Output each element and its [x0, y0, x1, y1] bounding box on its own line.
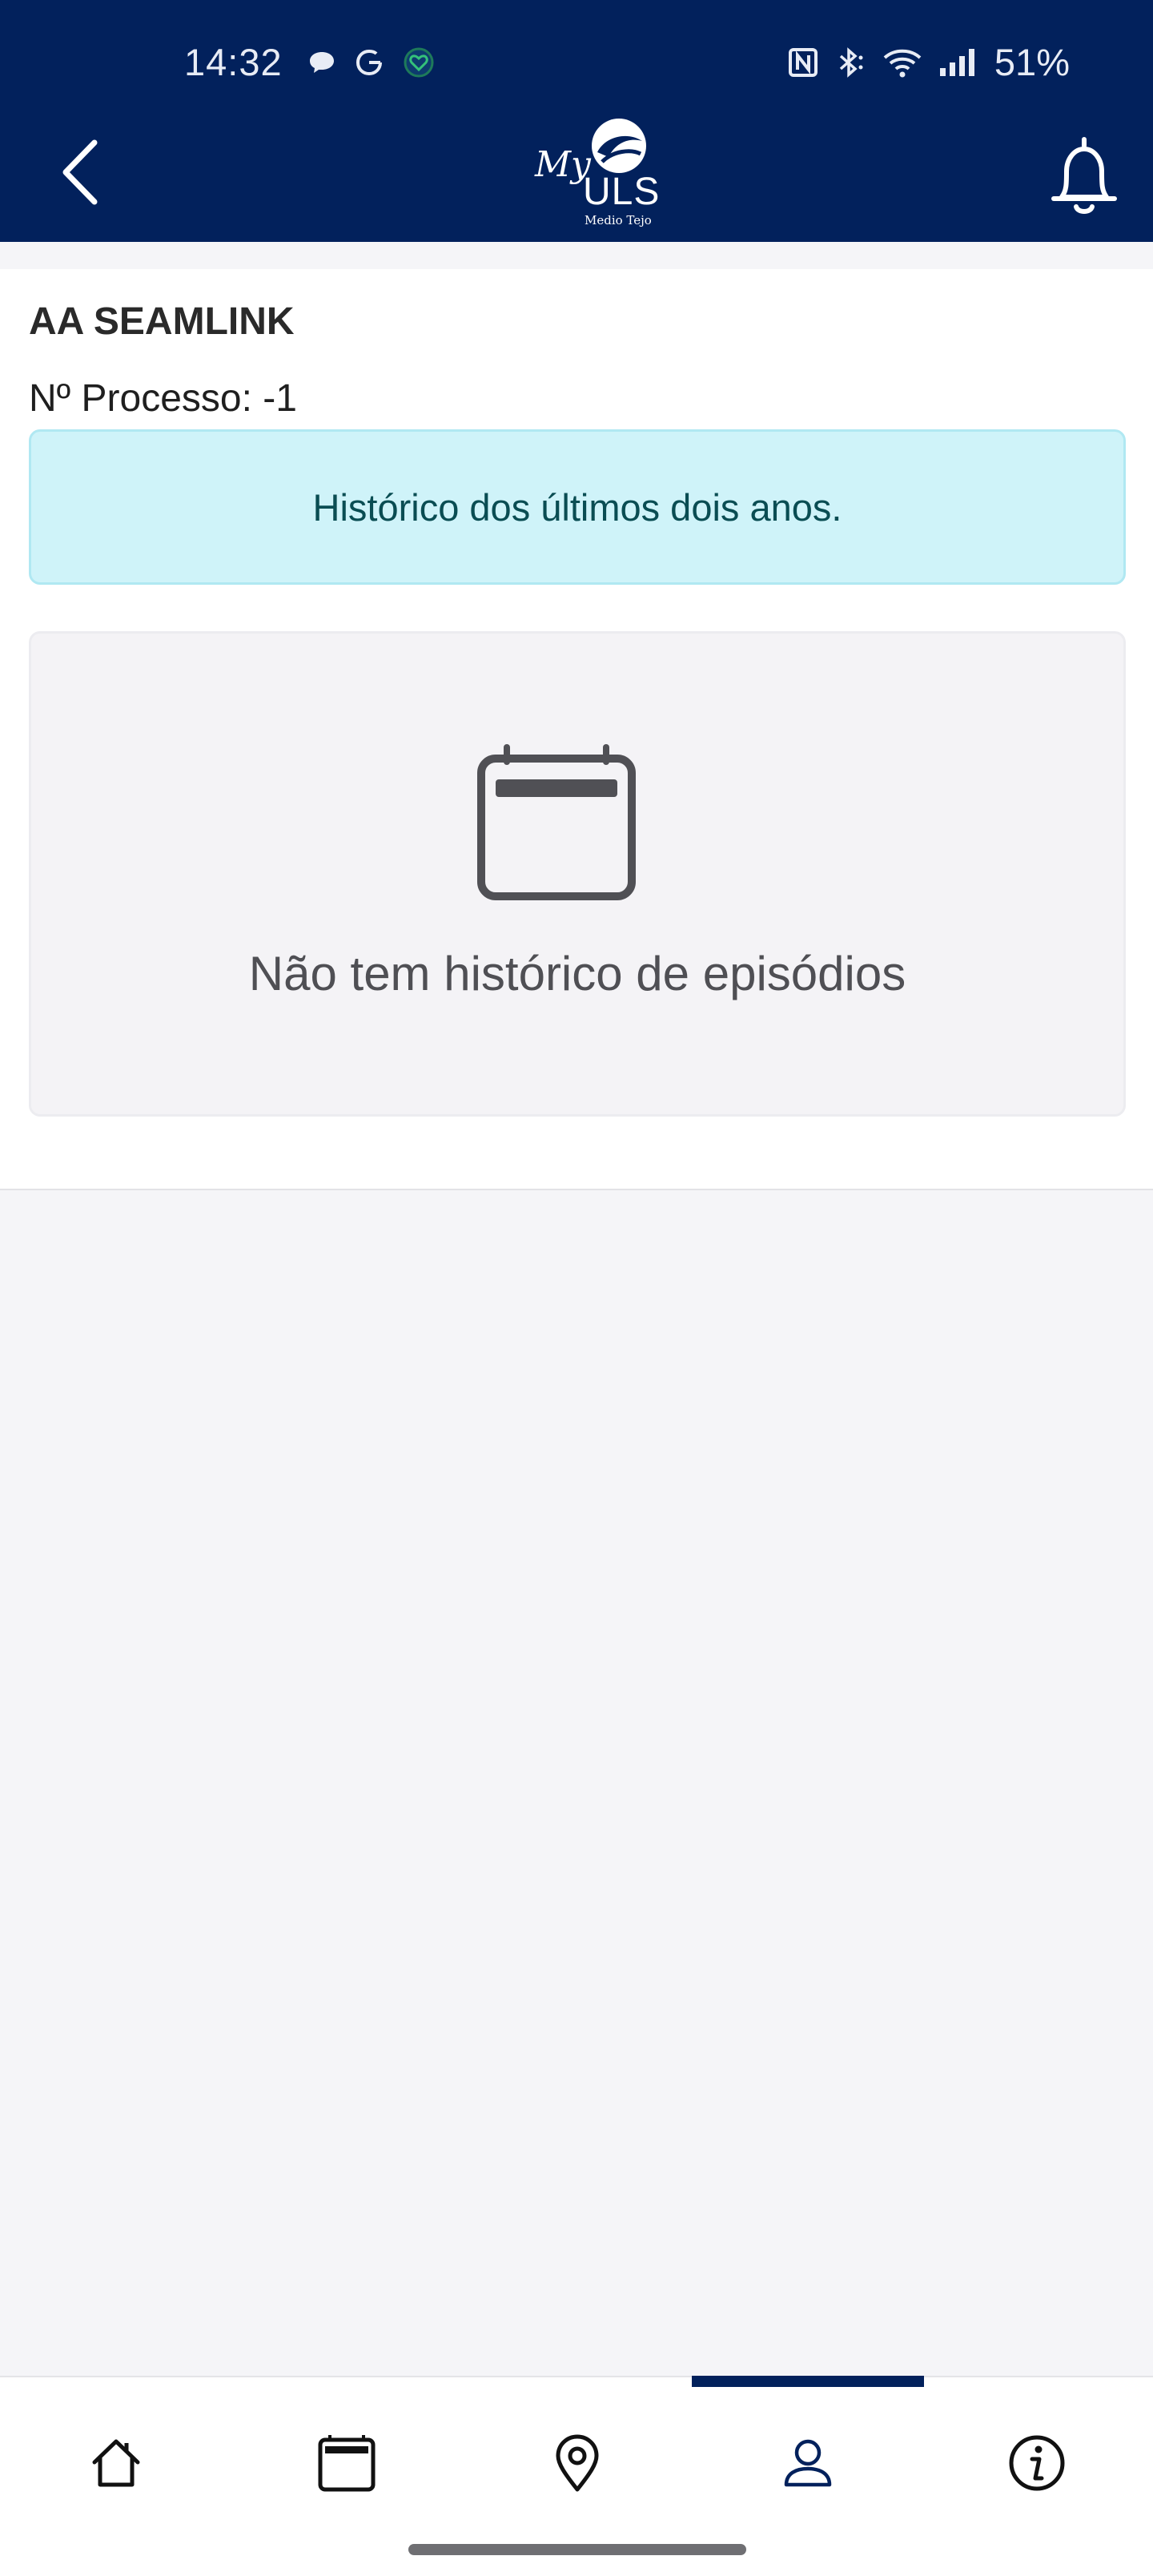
tab-profile[interactable]: [772, 2427, 844, 2499]
status-notification-icons: [308, 46, 435, 78]
location-pin-icon: [556, 2434, 599, 2492]
wifi-icon: [883, 49, 922, 77]
logo-subtitle: Medio Tejo: [585, 213, 652, 227]
system-home-indicator[interactable]: [408, 2544, 746, 2555]
status-time: 14:32: [184, 41, 283, 83]
tab-info[interactable]: [1001, 2427, 1073, 2499]
patient-name: AA SEAMLINK: [29, 300, 295, 343]
tab-locations[interactable]: [541, 2427, 613, 2499]
app-header: 14:32 51% My ULS Medio Tejo: [0, 0, 1153, 242]
google-icon: [356, 49, 382, 76]
calendar-icon: [477, 744, 636, 900]
back-button[interactable]: [56, 136, 120, 208]
signal-icon: [939, 48, 974, 76]
status-system-icons: 51%: [788, 40, 1070, 84]
home-icon: [92, 2439, 140, 2487]
tab-calendar[interactable]: [311, 2427, 383, 2499]
info-icon: [1009, 2435, 1065, 2491]
chevron-left-icon: [62, 139, 98, 205]
app-logo: My ULS Medio Tejo: [530, 114, 661, 227]
episodes-history-panel: AA SEAMLINK Nº Processo: -1 Histórico do…: [0, 269, 1153, 1190]
logo-uls-text: ULS: [583, 171, 661, 213]
active-tab-indicator: [692, 2376, 924, 2387]
notifications-button[interactable]: [1046, 135, 1123, 218]
info-alert: Histórico dos últimos dois anos.: [29, 429, 1126, 585]
nfc-icon: [788, 47, 818, 77]
chat-bubble-icon: [310, 52, 334, 73]
bell-icon: [1051, 137, 1117, 214]
logo-swirl-icon: [592, 119, 646, 173]
tab-home[interactable]: [80, 2427, 152, 2499]
bluetooth-icon: [839, 46, 863, 78]
process-number: Nº Processo: -1: [29, 377, 297, 420]
empty-state-text: Não tem histórico de episódios: [248, 947, 906, 1000]
calendar-icon: [318, 2435, 376, 2492]
empty-state-card: Não tem histórico de episódios: [29, 631, 1126, 1117]
info-alert-text: Histórico dos últimos dois anos.: [312, 485, 842, 529]
person-icon: [784, 2439, 832, 2487]
battery-level: 51%: [994, 41, 1070, 83]
heart-icon: [404, 47, 434, 78]
